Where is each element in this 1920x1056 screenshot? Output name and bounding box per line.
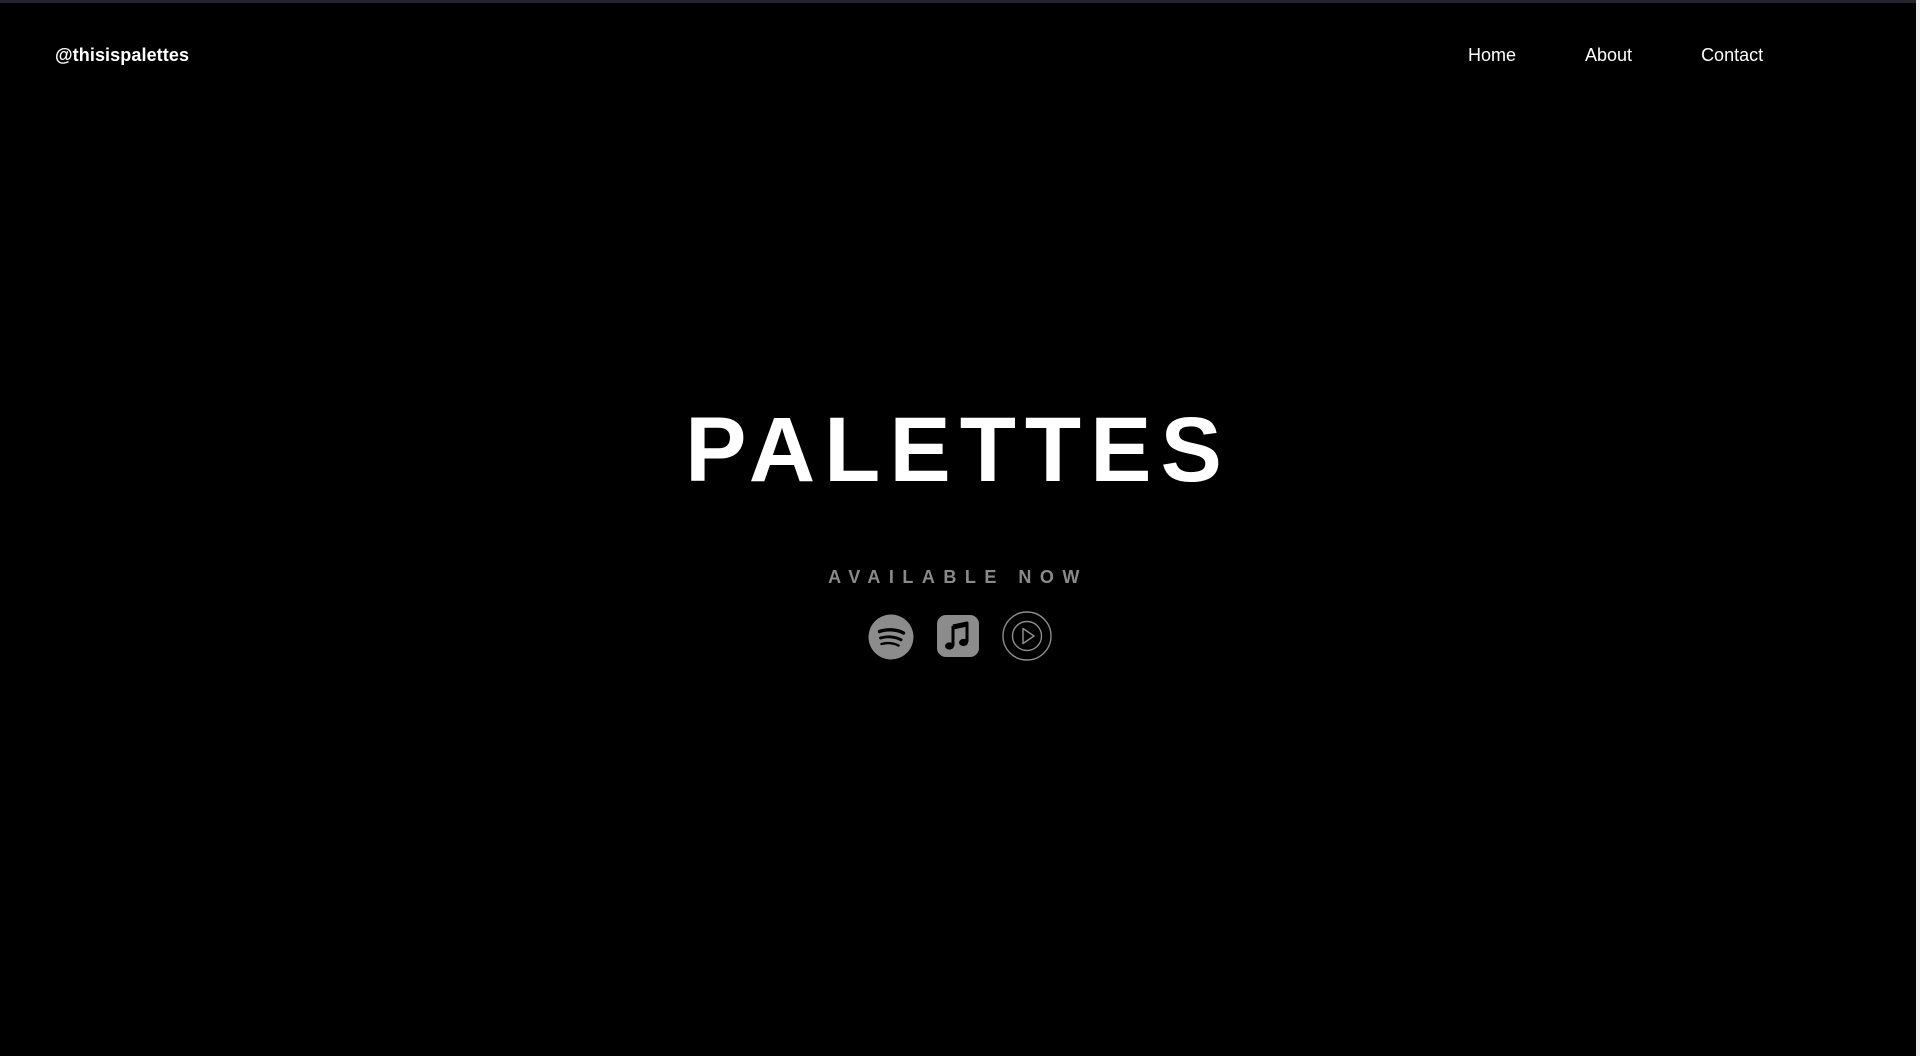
nav-home-link[interactable]: Home: [1468, 45, 1516, 66]
hero-title: PALETTES: [685, 399, 1231, 501]
youtube-music-icon: [1002, 611, 1052, 661]
spotify-icon: [868, 614, 914, 660]
window-edge: [1916, 0, 1920, 1056]
nav-about-link[interactable]: About: [1585, 45, 1632, 66]
site-handle-link[interactable]: @thisispalettes: [55, 45, 189, 66]
site-header: @thisispalettes Home About Contact: [0, 0, 1916, 112]
available-now-label: AVAILABLE NOW: [828, 567, 1088, 587]
main-nav: Home About Contact: [1468, 45, 1763, 66]
youtube-music-link[interactable]: [1002, 611, 1052, 661]
apple-music-link[interactable]: [937, 615, 979, 657]
streaming-links: [866, 611, 1052, 661]
nav-contact-link[interactable]: Contact: [1701, 45, 1763, 66]
apple-music-icon: [937, 615, 979, 657]
spotify-link[interactable]: [868, 614, 914, 660]
